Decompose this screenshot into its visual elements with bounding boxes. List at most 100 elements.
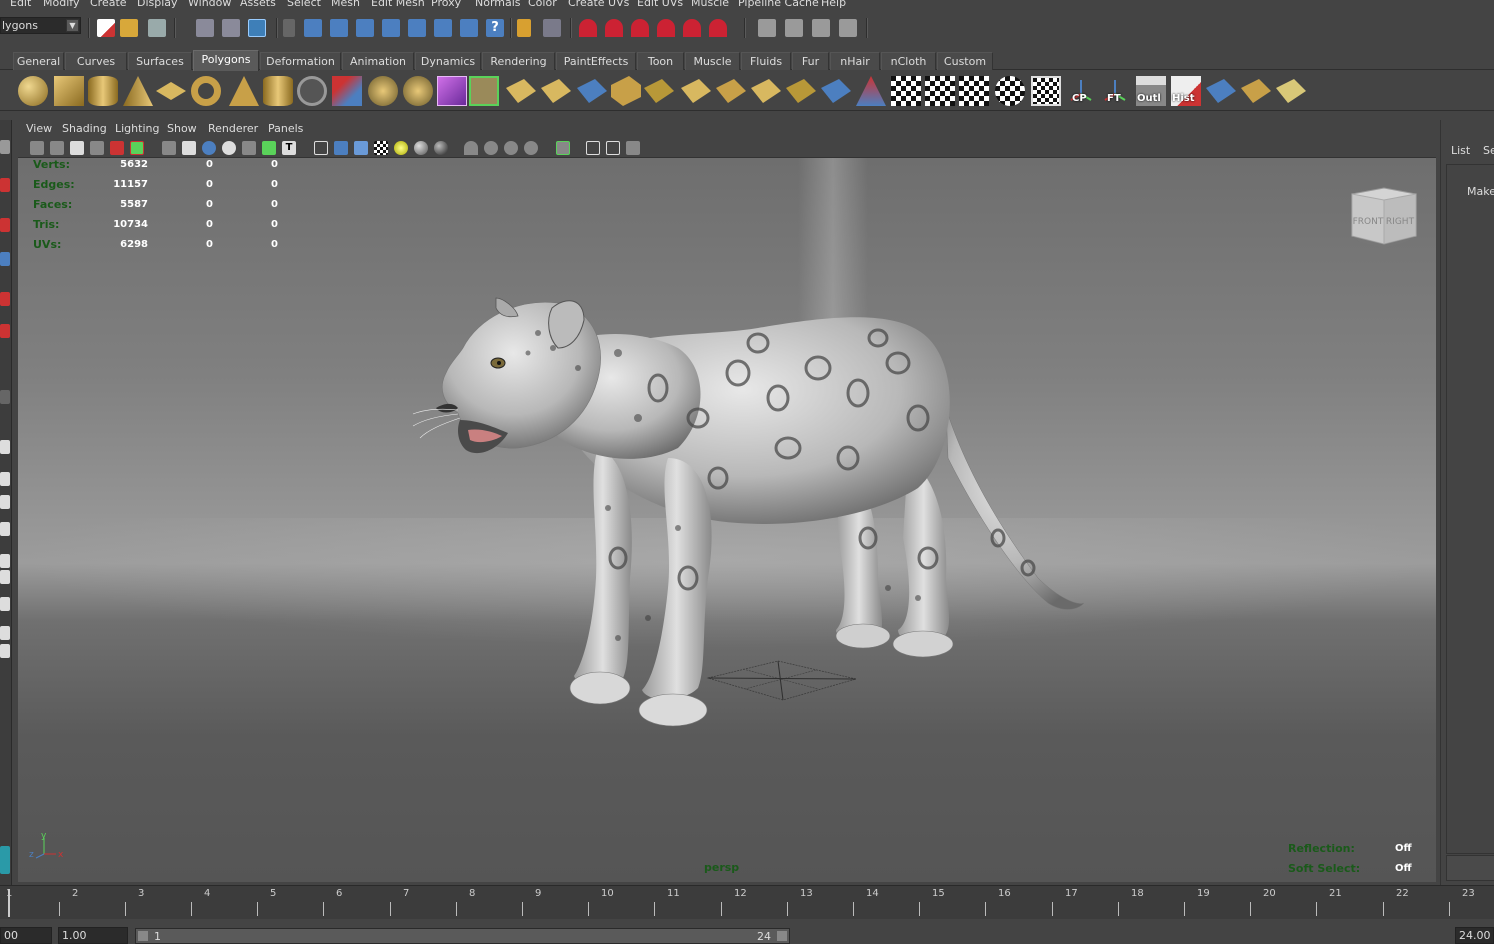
textured-icon[interactable]: [374, 141, 388, 155]
playback-start-field[interactable]: 1.00: [58, 927, 128, 944]
layout-persp-outliner-icon[interactable]: [0, 522, 10, 536]
menu-proxy[interactable]: Proxy: [431, 0, 461, 9]
layout-persp-graph-icon[interactable]: [0, 597, 10, 611]
select-curve-icon[interactable]: [356, 19, 374, 37]
cylindrical-map-icon[interactable]: [959, 76, 989, 106]
planar-map-icon[interactable]: [925, 76, 955, 106]
tab-nhair[interactable]: nHair: [830, 52, 880, 70]
layout-single-icon[interactable]: [0, 440, 10, 454]
snap-grid-icon[interactable]: [579, 19, 597, 37]
select-rendering-icon[interactable]: [460, 19, 478, 37]
tab-fluids[interactable]: Fluids: [741, 52, 791, 70]
multisample-aa-icon[interactable]: [504, 141, 518, 155]
layout-persp-trax-icon[interactable]: [0, 626, 10, 640]
use-all-lights-icon[interactable]: [394, 141, 408, 155]
panel-menu-panels[interactable]: Panels: [268, 122, 303, 135]
menu-edit-uvs[interactable]: Edit UVs: [637, 0, 683, 9]
image-plane-icon[interactable]: [90, 141, 104, 155]
lock-selection-icon[interactable]: [517, 19, 531, 37]
isolate-select-icon[interactable]: [556, 141, 570, 155]
tab-toon[interactable]: Toon: [637, 52, 684, 70]
panel-menu-show[interactable]: Show: [167, 122, 197, 135]
tab-surfaces[interactable]: Surfaces: [128, 52, 192, 70]
tab-general[interactable]: General: [13, 52, 64, 70]
mirror-geometry-icon[interactable]: [469, 76, 499, 106]
render-view-icon[interactable]: [758, 19, 776, 37]
safe-action-icon[interactable]: [262, 141, 276, 155]
tab-muscle[interactable]: Muscle: [685, 52, 740, 70]
paint-select-icon[interactable]: [0, 218, 10, 232]
open-scene-icon[interactable]: [120, 19, 138, 37]
x-ray-icon[interactable]: [586, 141, 600, 155]
menu-edit-mesh[interactable]: Edit Mesh: [371, 0, 425, 9]
tab-dynamics[interactable]: Dynamics: [415, 52, 481, 70]
menu-color[interactable]: Color: [528, 0, 557, 9]
screen-space-ao-icon[interactable]: [464, 141, 478, 155]
select-camera-icon[interactable]: [30, 141, 44, 155]
menu-create[interactable]: Create: [90, 0, 127, 9]
snap-live-icon[interactable]: [709, 19, 727, 37]
render-current-frame-icon[interactable]: [785, 19, 803, 37]
gate-mask-icon[interactable]: [222, 141, 236, 155]
select-tool-icon[interactable]: [0, 140, 10, 154]
ipr-render-icon[interactable]: [812, 19, 830, 37]
tab-polygons[interactable]: Polygons: [193, 50, 259, 71]
booleans-icon[interactable]: [437, 76, 467, 106]
panel-button[interactable]: [1446, 855, 1494, 881]
highlight-selection-icon[interactable]: [543, 19, 561, 37]
tab-list[interactable]: List: [1451, 144, 1470, 157]
tab-curves[interactable]: Curves: [65, 52, 127, 70]
range-end-handle[interactable]: [777, 931, 787, 941]
uv-texture-editor-icon[interactable]: [1031, 76, 1061, 106]
custom-layout-icon[interactable]: [0, 846, 10, 874]
backface-culling-icon[interactable]: [626, 141, 640, 155]
scale-tool-icon[interactable]: [0, 324, 10, 338]
menu-pipeline-cache[interactable]: Pipeline Cache: [738, 0, 819, 9]
smooth-icon[interactable]: [403, 76, 433, 106]
camera-attributes-icon[interactable]: [50, 141, 64, 155]
layout-two-icon[interactable]: [0, 495, 10, 509]
shadows-icon[interactable]: [414, 141, 428, 155]
mask-dropdown-icon[interactable]: [283, 19, 295, 37]
menu-muscle[interactable]: Muscle: [691, 0, 729, 9]
select-surface-icon[interactable]: [382, 19, 400, 37]
snap-point-icon[interactable]: [631, 19, 649, 37]
two-d-pan-zoom-icon[interactable]: [110, 141, 124, 155]
combine-icon[interactable]: [332, 76, 362, 106]
panel-menu-renderer[interactable]: Renderer: [208, 122, 258, 135]
wireframe-on-shaded-icon[interactable]: [354, 141, 368, 155]
range-slider[interactable]: 1 24: [135, 928, 790, 944]
menu-display[interactable]: Display: [137, 0, 178, 9]
panel-menu-lighting[interactable]: Lighting: [115, 122, 159, 135]
panel-menu-shading[interactable]: Shading: [62, 122, 107, 135]
make-live-icon[interactable]: [683, 19, 701, 37]
menu-assets[interactable]: Assets: [240, 0, 276, 9]
menu-normals[interactable]: Normals: [475, 0, 521, 9]
poly-cube-icon[interactable]: [54, 76, 84, 106]
film-gate-icon[interactable]: [182, 141, 196, 155]
tab-deformation[interactable]: Deformation: [260, 52, 341, 70]
move-tool-icon[interactable]: [0, 252, 10, 266]
new-scene-icon[interactable]: [97, 19, 115, 37]
motion-blur-icon[interactable]: [484, 141, 498, 155]
tab-selected[interactable]: Se: [1483, 144, 1494, 157]
poly-cylinder-icon[interactable]: [88, 76, 118, 106]
depth-of-field-icon[interactable]: [524, 141, 538, 155]
snap-view-plane-icon[interactable]: [657, 19, 675, 37]
tab-rendering[interactable]: Rendering: [482, 52, 555, 70]
tab-custom[interactable]: Custom: [937, 52, 993, 70]
safe-title-icon[interactable]: T: [282, 141, 296, 155]
select-by-component-icon[interactable]: [248, 19, 266, 37]
select-dynamics-icon[interactable]: [434, 19, 452, 37]
tab-painteffects[interactable]: PaintEffects: [556, 52, 636, 70]
grid-icon[interactable]: [162, 141, 176, 155]
rotate-tool-icon[interactable]: [0, 292, 10, 306]
save-scene-icon[interactable]: [148, 19, 166, 37]
perspective-viewport[interactable]: Verts: 5632 0 0 Edges: 11157 0 0 Faces: …: [18, 158, 1436, 882]
x-ray-joints-icon[interactable]: [606, 141, 620, 155]
separate-icon[interactable]: [368, 76, 398, 106]
current-time-indicator[interactable]: [8, 889, 10, 917]
poly-pipe-icon[interactable]: [263, 76, 293, 106]
spherical-map-icon[interactable]: [995, 76, 1025, 106]
chevron-down-icon[interactable]: ▼: [66, 19, 79, 32]
